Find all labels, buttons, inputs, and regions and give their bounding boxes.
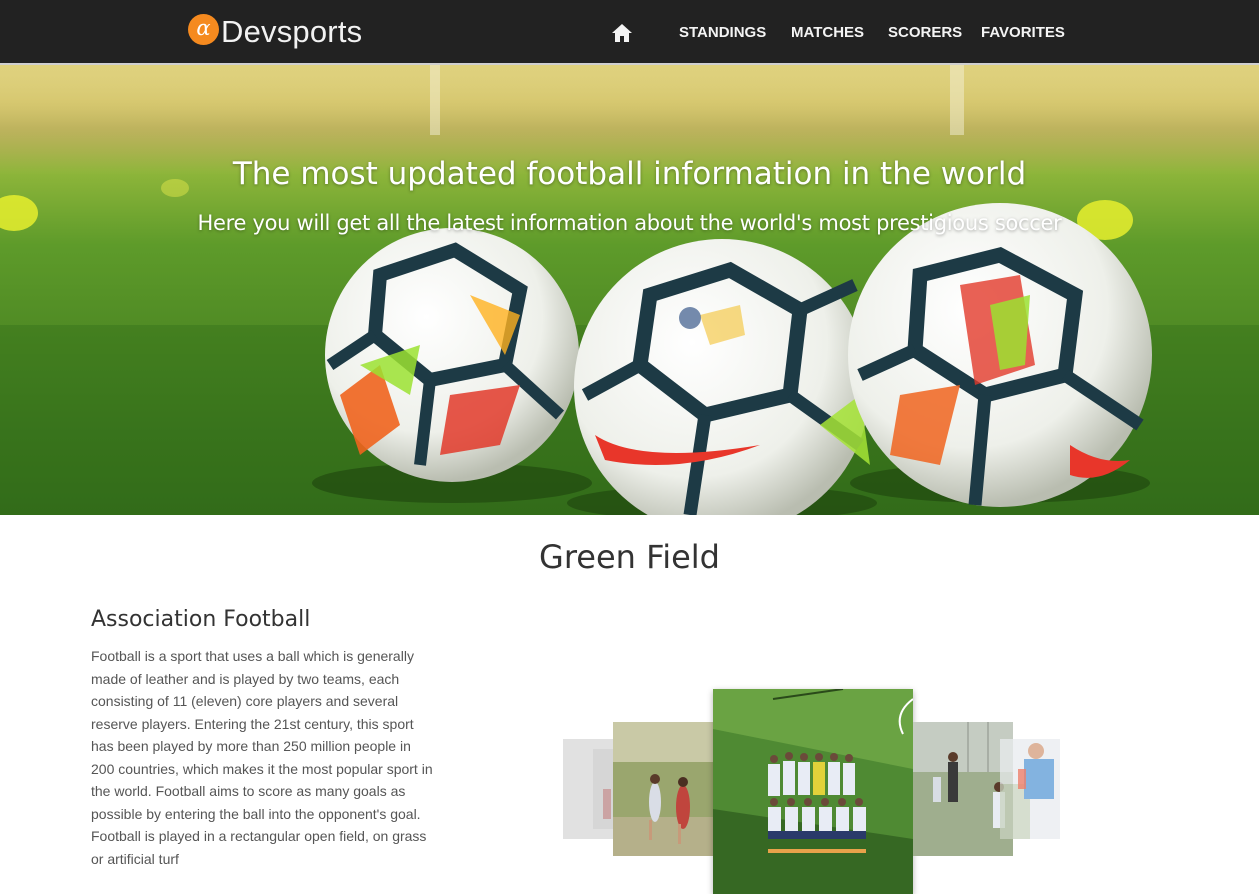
carousel-image bbox=[1000, 739, 1060, 839]
carousel-slide-right[interactable] bbox=[913, 722, 1013, 856]
article-title: Association Football bbox=[91, 607, 311, 632]
brand-name: Devsports bbox=[221, 14, 363, 49]
nav-home-button[interactable] bbox=[610, 21, 634, 45]
hero-subtitle: Here you will get all the latest informa… bbox=[197, 211, 1062, 235]
section-title: Green Field bbox=[539, 538, 720, 576]
brand-logo-icon: α bbox=[188, 13, 219, 45]
carousel-slide-center[interactable] bbox=[713, 689, 913, 894]
nav-scorers-link[interactable]: SCORERS bbox=[888, 24, 962, 41]
ball-right bbox=[848, 203, 1152, 507]
article-body: Football is a sport that uses a ball whi… bbox=[91, 648, 433, 867]
top-navbar: α Devsports STANDINGS MATCHES SCORERS FA… bbox=[0, 0, 1259, 65]
ball-left bbox=[325, 228, 579, 482]
nav-favorites-link[interactable]: FAVORITES bbox=[981, 24, 1065, 41]
nav-matches-link[interactable]: MATCHES bbox=[791, 24, 864, 41]
hero-banner: The most updated football information in… bbox=[0, 65, 1259, 515]
home-icon bbox=[612, 24, 632, 42]
carousel-slide-far-right[interactable] bbox=[1000, 739, 1060, 839]
carousel-image bbox=[713, 689, 913, 894]
carousel-image bbox=[913, 722, 1013, 856]
nav-standings-link[interactable]: STANDINGS bbox=[679, 24, 766, 41]
hero-background-image bbox=[0, 65, 1259, 515]
carousel-slide-left[interactable] bbox=[613, 722, 713, 856]
carousel-image bbox=[613, 722, 713, 856]
brand[interactable]: α Devsports bbox=[188, 12, 362, 52]
ball-middle bbox=[574, 239, 870, 515]
image-carousel[interactable] bbox=[560, 688, 1060, 894]
hero-title: The most updated football information in… bbox=[232, 156, 1027, 192]
